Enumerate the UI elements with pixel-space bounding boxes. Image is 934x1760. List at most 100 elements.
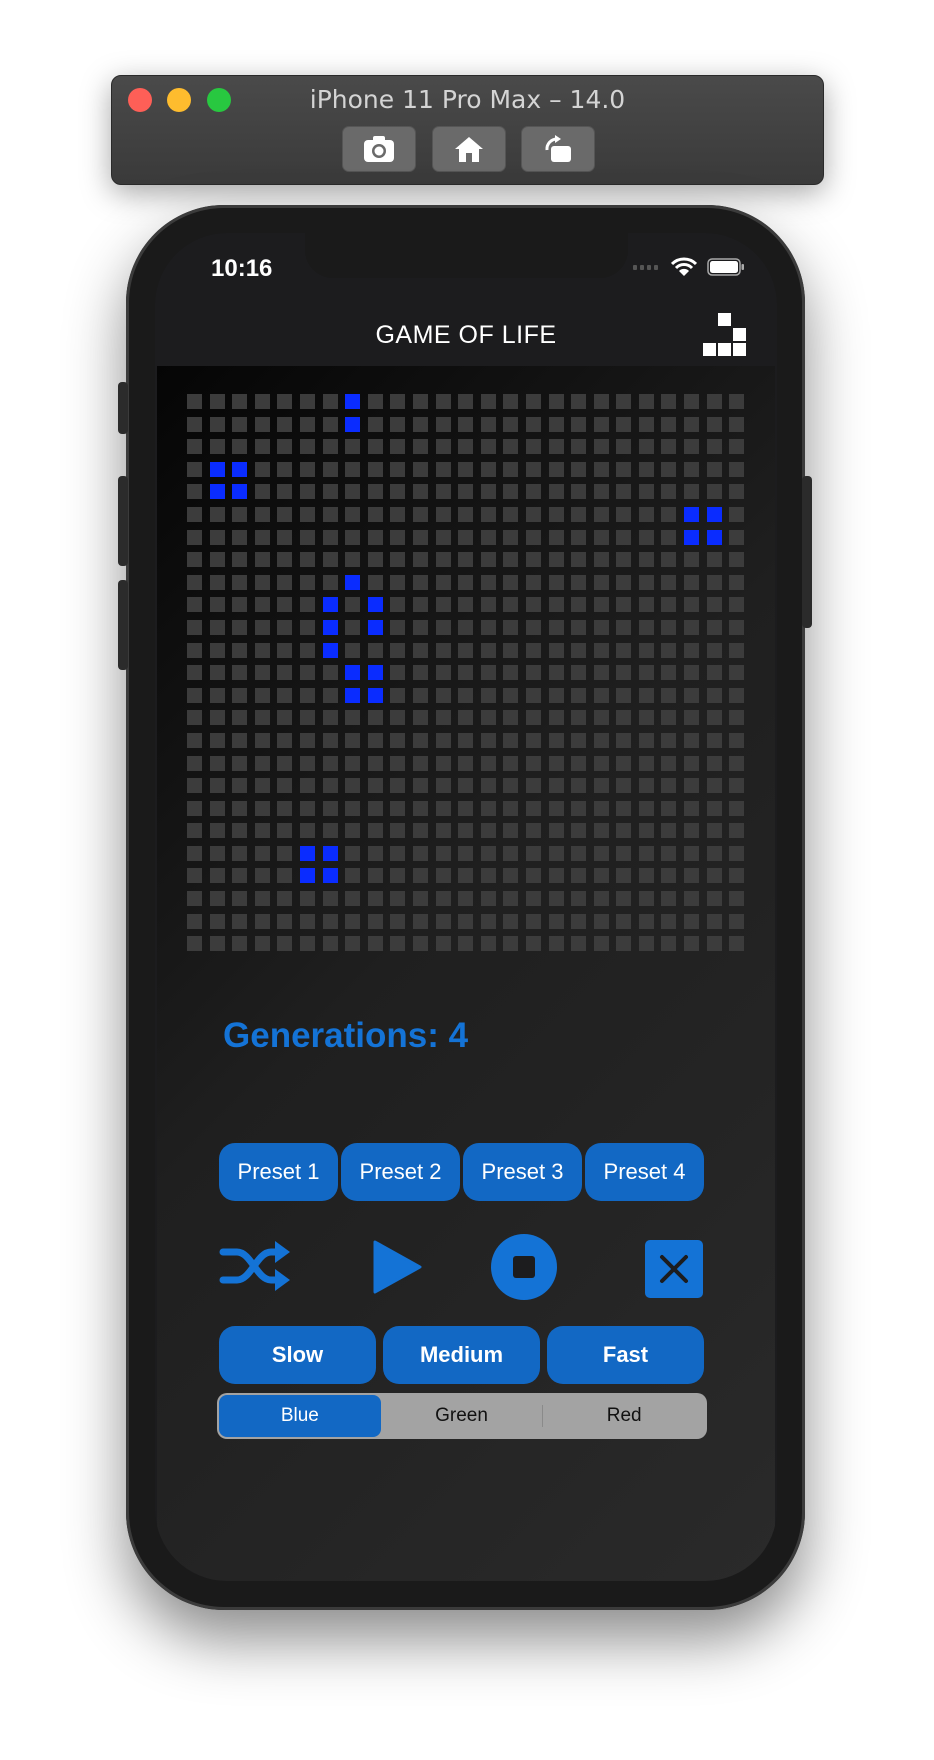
dead-cell[interactable]	[367, 394, 383, 409]
dead-cell[interactable]	[209, 597, 225, 613]
dead-cell[interactable]	[706, 619, 722, 635]
dead-cell[interactable]	[503, 732, 519, 748]
dead-cell[interactable]	[412, 461, 428, 477]
dead-cell[interactable]	[593, 552, 609, 568]
dead-cell[interactable]	[684, 642, 700, 658]
dead-cell[interactable]	[616, 868, 632, 884]
dead-cell[interactable]	[503, 710, 519, 726]
dead-cell[interactable]	[706, 394, 722, 409]
dead-cell[interactable]	[277, 755, 293, 771]
dead-cell[interactable]	[480, 845, 496, 861]
stop-button[interactable]	[489, 1232, 559, 1302]
dead-cell[interactable]	[390, 778, 406, 794]
dead-cell[interactable]	[412, 800, 428, 816]
dead-cell[interactable]	[593, 710, 609, 726]
dead-cell[interactable]	[684, 574, 700, 590]
medium-button[interactable]: Medium	[383, 1326, 540, 1384]
dead-cell[interactable]	[661, 439, 677, 455]
dead-cell[interactable]	[638, 665, 654, 681]
dead-cell[interactable]	[593, 484, 609, 500]
dead-cell[interactable]	[390, 891, 406, 907]
dead-cell[interactable]	[458, 642, 474, 658]
dead-cell[interactable]	[435, 868, 451, 884]
dead-cell[interactable]	[187, 778, 202, 794]
dead-cell[interactable]	[616, 823, 632, 839]
dead-cell[interactable]	[638, 461, 654, 477]
dead-cell[interactable]	[254, 461, 270, 477]
dead-cell[interactable]	[435, 800, 451, 816]
dead-cell[interactable]	[435, 416, 451, 432]
dead-cell[interactable]	[525, 710, 541, 726]
dead-cell[interactable]	[571, 687, 587, 703]
dead-cell[interactable]	[254, 755, 270, 771]
dead-cell[interactable]	[525, 755, 541, 771]
dead-cell[interactable]	[187, 642, 202, 658]
dead-cell[interactable]	[232, 913, 248, 929]
dead-cell[interactable]	[548, 845, 564, 861]
dead-cell[interactable]	[345, 642, 361, 658]
dead-cell[interactable]	[661, 642, 677, 658]
dead-cell[interactable]	[277, 845, 293, 861]
dead-cell[interactable]	[706, 778, 722, 794]
dead-cell[interactable]	[548, 936, 564, 952]
dead-cell[interactable]	[525, 529, 541, 545]
dead-cell[interactable]	[322, 665, 338, 681]
dead-cell[interactable]	[187, 552, 202, 568]
dead-cell[interactable]	[390, 687, 406, 703]
dead-cell[interactable]	[435, 755, 451, 771]
dead-cell[interactable]	[187, 891, 202, 907]
dead-cell[interactable]	[503, 461, 519, 477]
dead-cell[interactable]	[684, 597, 700, 613]
dead-cell[interactable]	[367, 845, 383, 861]
dead-cell[interactable]	[661, 665, 677, 681]
dead-cell[interactable]	[345, 439, 361, 455]
dead-cell[interactable]	[345, 619, 361, 635]
dead-cell[interactable]	[706, 665, 722, 681]
dead-cell[interactable]	[435, 845, 451, 861]
dead-cell[interactable]	[548, 642, 564, 658]
dead-cell[interactable]	[299, 687, 315, 703]
dead-cell[interactable]	[593, 416, 609, 432]
dead-cell[interactable]	[571, 665, 587, 681]
dead-cell[interactable]	[367, 484, 383, 500]
dead-cell[interactable]	[390, 755, 406, 771]
dead-cell[interactable]	[525, 484, 541, 500]
dead-cell[interactable]	[232, 619, 248, 635]
dead-cell[interactable]	[345, 800, 361, 816]
dead-cell[interactable]	[593, 394, 609, 409]
dead-cell[interactable]	[209, 529, 225, 545]
dead-cell[interactable]	[706, 710, 722, 726]
dead-cell[interactable]	[412, 506, 428, 522]
play-button[interactable]	[369, 1238, 425, 1296]
dead-cell[interactable]	[503, 845, 519, 861]
dead-cell[interactable]	[187, 439, 202, 455]
dead-cell[interactable]	[571, 416, 587, 432]
dead-cell[interactable]	[661, 868, 677, 884]
dead-cell[interactable]	[616, 891, 632, 907]
dead-cell[interactable]	[322, 394, 338, 409]
dead-cell[interactable]	[209, 552, 225, 568]
dead-cell[interactable]	[706, 868, 722, 884]
dead-cell[interactable]	[277, 619, 293, 635]
dead-cell[interactable]	[503, 823, 519, 839]
dead-cell[interactable]	[187, 845, 202, 861]
dead-cell[interactable]	[187, 687, 202, 703]
dead-cell[interactable]	[390, 597, 406, 613]
dead-cell[interactable]	[480, 529, 496, 545]
dead-cell[interactable]	[435, 394, 451, 409]
alive-cell[interactable]	[706, 529, 722, 545]
dead-cell[interactable]	[277, 913, 293, 929]
dead-cell[interactable]	[209, 710, 225, 726]
dead-cell[interactable]	[661, 710, 677, 726]
dead-cell[interactable]	[571, 439, 587, 455]
dead-cell[interactable]	[571, 868, 587, 884]
dead-cell[interactable]	[593, 574, 609, 590]
dead-cell[interactable]	[187, 574, 202, 590]
dead-cell[interactable]	[684, 845, 700, 861]
dead-cell[interactable]	[616, 665, 632, 681]
dead-cell[interactable]	[435, 732, 451, 748]
dead-cell[interactable]	[322, 913, 338, 929]
dead-cell[interactable]	[638, 845, 654, 861]
dead-cell[interactable]	[525, 461, 541, 477]
dead-cell[interactable]	[480, 732, 496, 748]
